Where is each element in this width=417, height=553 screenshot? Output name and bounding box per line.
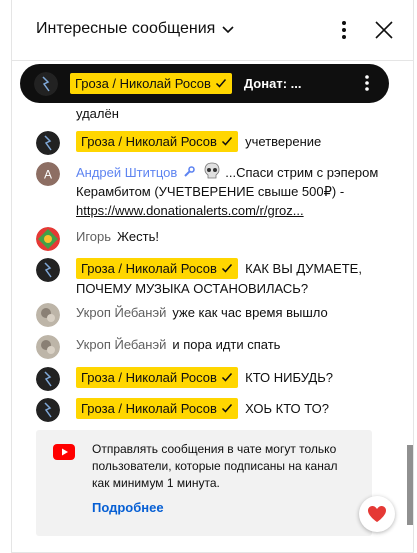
user-avatar[interactable] [36, 303, 60, 327]
verified-check-icon [215, 79, 226, 88]
author-name: Гроза / Николай Росов [81, 370, 217, 385]
list-item: Игорь Жесть! [36, 227, 396, 251]
author-name[interactable]: Андрей Штитцов [76, 165, 177, 180]
pinned-menu-button[interactable] [355, 71, 379, 95]
author-name: Гроза / Николай Росов [81, 261, 217, 276]
list-item: Гроза / Николай Росов учетверение [36, 131, 396, 155]
owner-badge[interactable]: Гроза / Николай Росов [76, 367, 238, 388]
pinned-text: Донат: ... [243, 76, 302, 91]
chat-mode-label: Интересные сообщения [36, 20, 216, 37]
owner-badge[interactable]: Гроза / Николай Росов [76, 398, 238, 419]
donation-link[interactable]: https://www.donationalerts.com/r/groz... [76, 203, 304, 218]
channel-avatar[interactable] [36, 258, 60, 282]
subscriber-only-notice: Отправлять сообщения в чате могут только… [36, 430, 372, 536]
message-text: КТО НИБУДЬ? [245, 370, 333, 385]
close-icon [375, 21, 393, 39]
owner-badge[interactable]: Гроза / Николай Росов [76, 131, 238, 152]
live-chat-panel: Интересные сообщения Гроза / Николай Рос… [11, 0, 414, 553]
author-name[interactable]: Укроп Йебанэй [76, 337, 166, 352]
author-name: Гроза / Николай Росов [81, 401, 217, 416]
channel-avatar[interactable] [36, 398, 60, 422]
more-vert-icon [342, 21, 346, 39]
reaction-button[interactable] [359, 496, 395, 532]
verified-check-icon [221, 264, 232, 273]
chat-header: Интересные сообщения [12, 0, 413, 61]
owner-badge: Гроза / Николай Росов [70, 73, 232, 94]
channel-avatar[interactable] [36, 131, 60, 155]
message-text: удалён [76, 106, 119, 121]
user-avatar[interactable] [36, 227, 60, 251]
skull-icon [204, 162, 220, 179]
list-item: Укроп Йебанэй и пора идти спать [36, 335, 396, 359]
message-text: ХОЬ КТО ТО? [245, 401, 329, 416]
channel-avatar[interactable] [36, 367, 60, 391]
verified-check-icon [221, 373, 232, 382]
pinned-author: Гроза / Николай Росов [75, 76, 211, 91]
chat-mode-dropdown[interactable]: Интересные сообщения [36, 20, 235, 38]
wrench-icon [184, 166, 196, 177]
user-avatar[interactable]: А [36, 162, 60, 186]
owner-badge[interactable]: Гроза / Николай Росов [76, 258, 238, 279]
list-item: Укроп Йебанэй уже как час время вышло [36, 303, 396, 327]
close-button[interactable] [368, 14, 400, 46]
list-item: А Андрей Штитцов ...Спаси стрим с рэпером… [36, 162, 396, 220]
author-name[interactable]: Укроп Йебанэй [76, 305, 166, 320]
author-name[interactable]: Игорь [76, 229, 111, 244]
author-name: Гроза / Николай Росов [81, 134, 217, 149]
more-vert-icon [365, 75, 369, 91]
channel-avatar [34, 71, 58, 96]
learn-more-link[interactable]: Подробнее [92, 500, 164, 515]
list-item: удалён [36, 104, 396, 123]
avatar-letter: А [44, 168, 52, 182]
pinned-message[interactable]: Гроза / Николай Росов Донат: ... [20, 64, 389, 103]
more-options-button[interactable] [328, 14, 360, 46]
message-text: Жесть! [117, 229, 159, 244]
notice-text: Отправлять сообщения в чате могут только… [92, 442, 338, 490]
list-item: Гроза / Николай Росов КАК ВЫ ДУМАЕТЕ, ПО… [36, 258, 396, 298]
message-text: и пора идти спать [172, 337, 281, 352]
scrollbar-thumb[interactable] [407, 445, 413, 525]
list-item: Гроза / Николай Росов КТО НИБУДЬ? [36, 367, 396, 391]
youtube-icon [53, 444, 75, 460]
heart-icon [368, 506, 386, 522]
verified-check-icon [221, 137, 232, 146]
verified-check-icon [221, 404, 232, 413]
message-text: уже как час время вышло [172, 305, 328, 320]
list-item: Гроза / Николай Росов ХОЬ КТО ТО? [36, 398, 396, 422]
chevron-down-icon [222, 26, 234, 34]
user-avatar[interactable] [36, 335, 60, 359]
message-text: учетверение [245, 134, 322, 149]
